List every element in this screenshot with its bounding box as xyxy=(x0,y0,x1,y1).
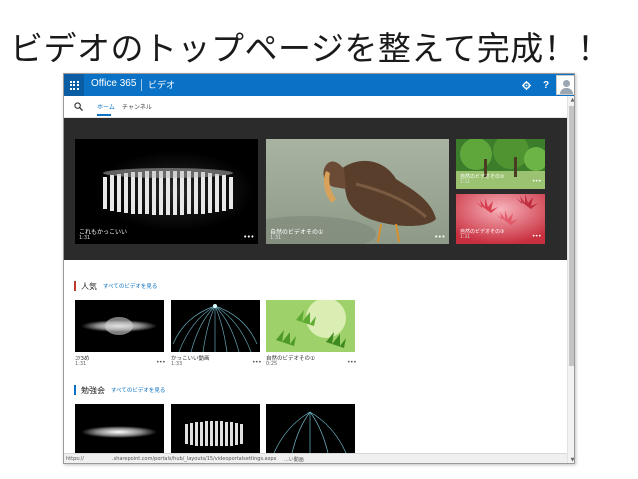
app-launcher-button[interactable] xyxy=(64,74,84,96)
tile-duration: 1:31 xyxy=(460,235,471,240)
video-duration: 0:25 xyxy=(266,361,278,367)
suite-bar: Office 365 ビデオ ? xyxy=(64,74,574,96)
more-options-icon[interactable]: ••• xyxy=(252,359,262,366)
see-all-videos-link[interactable]: すべてのビデオを見る xyxy=(111,386,165,394)
video-thumbnail xyxy=(75,404,164,453)
spotlight-tile[interactable]: 自然のビデオその① 1:31 ••• xyxy=(266,139,449,244)
more-options-icon[interactable]: ••• xyxy=(532,178,542,185)
vertical-scrollbar[interactable]: ▲ ▼ xyxy=(567,96,574,463)
section-title: 勉強会 xyxy=(81,385,105,395)
more-options-icon[interactable]: ••• xyxy=(434,233,445,241)
section-header-study: 勉強会 すべてのビデオを見る xyxy=(74,384,165,396)
tile-title: 自然のビデオその③ xyxy=(460,229,505,235)
spotlight-tile[interactable]: これもかっこいい 1:31 ••• xyxy=(75,139,258,244)
video-card-thumbnail[interactable] xyxy=(171,404,260,453)
scrollbar-thumb[interactable] xyxy=(569,106,574,366)
tile-title: 自然のビデオその② xyxy=(460,174,505,180)
browser-window: Office 365 ビデオ ? ホーム チャンネル これもかっこいい 1:31… xyxy=(63,73,575,464)
video-card-thumbnail[interactable] xyxy=(266,404,355,453)
section-title: 人気 xyxy=(81,281,97,291)
brand-label[interactable]: Office 365 xyxy=(91,78,136,89)
tile-duration: 1:31 xyxy=(460,180,471,185)
tile-duration: 1:31 xyxy=(270,235,282,241)
settings-button[interactable] xyxy=(516,74,536,96)
video-thumbnail xyxy=(171,404,260,453)
help-button[interactable]: ? xyxy=(536,74,556,96)
more-options-icon[interactable]: ••• xyxy=(347,359,357,366)
video-card-thumbnail[interactable] xyxy=(75,300,164,352)
section-accent-bar xyxy=(74,281,76,291)
gear-icon xyxy=(521,80,531,90)
browser-status-bar: https:// .sharepoint.com/portals/hub/_la… xyxy=(64,453,567,463)
scroll-up-icon[interactable]: ▲ xyxy=(569,97,574,104)
tab-home[interactable]: ホーム xyxy=(97,102,115,111)
video-card-thumbnail[interactable] xyxy=(75,404,164,453)
video-card-thumbnail[interactable] xyxy=(266,300,355,352)
tile-duration: 1:31 xyxy=(79,235,91,241)
search-icon[interactable] xyxy=(74,102,83,111)
video-card-thumbnail[interactable] xyxy=(171,300,260,352)
scroll-down-icon[interactable]: ▼ xyxy=(569,457,574,463)
slide-title: ビデオのトップページを整えて完成！！ xyxy=(10,29,611,68)
status-url: .sharepoint.com/portals/hub/_layouts/15/… xyxy=(112,456,277,462)
suite-divider xyxy=(141,79,142,91)
more-options-icon[interactable]: ••• xyxy=(243,233,254,241)
spotlight-tile[interactable]: 自然のビデオその② 1:31 ••• xyxy=(456,139,545,189)
video-thumbnail xyxy=(266,300,355,352)
see-all-videos-link[interactable]: すべてのビデオを見る xyxy=(103,282,157,290)
spotlight-area: これもかっこいい 1:31 ••• 自然のビデオその① 1:31 ••• 自然の… xyxy=(64,118,567,260)
waffle-icon xyxy=(69,80,79,90)
video-thumbnail xyxy=(266,404,355,453)
video-duration: 1:31 xyxy=(75,361,87,367)
video-thumbnail xyxy=(171,300,260,352)
video-duration: 1:33 xyxy=(171,361,183,367)
status-protocol: https:// xyxy=(66,456,84,462)
more-options-icon[interactable]: ••• xyxy=(156,359,166,366)
app-name[interactable]: ビデオ xyxy=(148,78,175,91)
spotlight-tile[interactable]: 自然のビデオその③ 1:31 ••• xyxy=(456,194,545,244)
active-tab-indicator xyxy=(97,114,111,116)
avatar[interactable] xyxy=(556,75,574,95)
section-accent-bar xyxy=(74,385,76,395)
more-options-icon[interactable]: ••• xyxy=(532,233,542,240)
status-tooltip: ...い動画 xyxy=(284,457,304,463)
video-thumbnail xyxy=(75,300,164,352)
tab-channels[interactable]: チャンネル xyxy=(122,102,152,111)
section-header-popular: 人気 すべてのビデオを見る xyxy=(74,280,157,292)
nav-row: ホーム チャンネル xyxy=(64,96,567,118)
